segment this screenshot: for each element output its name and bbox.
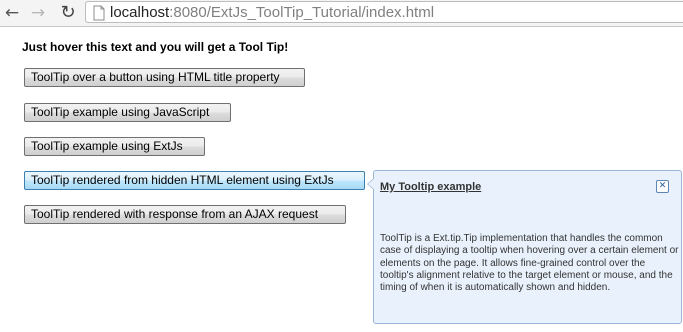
- reload-icon[interactable]: ↻: [57, 2, 79, 24]
- tooltip-body: ToolTip is a Ext.tip.Tip implementation …: [380, 233, 679, 294]
- close-icon[interactable]: ✕: [656, 180, 669, 193]
- tooltip-panel: My Tooltip example ✕ ToolTip is a Ext.ti…: [367, 170, 682, 324]
- url-host: localhost: [110, 4, 170, 21]
- page-icon: [93, 5, 105, 21]
- tooltip-title: My Tooltip example: [380, 181, 482, 193]
- forward-arrow-icon[interactable]: →: [27, 2, 49, 24]
- hover-heading[interactable]: Just hover this text and you will get a …: [22, 40, 288, 54]
- browser-toolbar: ← → ↻ localhost:8080/ExtJs_ToolTip_Tutor…: [0, 0, 683, 27]
- tooltip-anchor-fill: [368, 179, 374, 189]
- extjs-tooltip-button[interactable]: ToolTip example using ExtJs: [24, 137, 205, 156]
- ajax-tooltip-button[interactable]: ToolTip rendered with response from an A…: [24, 205, 346, 224]
- title-property-tooltip-button[interactable]: ToolTip over a button using HTML title p…: [24, 68, 305, 87]
- url-text: localhost:8080/ExtJs_ToolTip_Tutorial/in…: [110, 2, 434, 23]
- url-path: :8080/ExtJs_ToolTip_Tutorial/index.html: [169, 4, 435, 21]
- javascript-tooltip-button[interactable]: ToolTip example using JavaScript: [24, 103, 231, 122]
- address-bar[interactable]: localhost:8080/ExtJs_ToolTip_Tutorial/in…: [85, 1, 683, 23]
- back-arrow-icon[interactable]: ←: [1, 2, 23, 24]
- hidden-element-tooltip-button[interactable]: ToolTip rendered from hidden HTML elemen…: [24, 171, 365, 190]
